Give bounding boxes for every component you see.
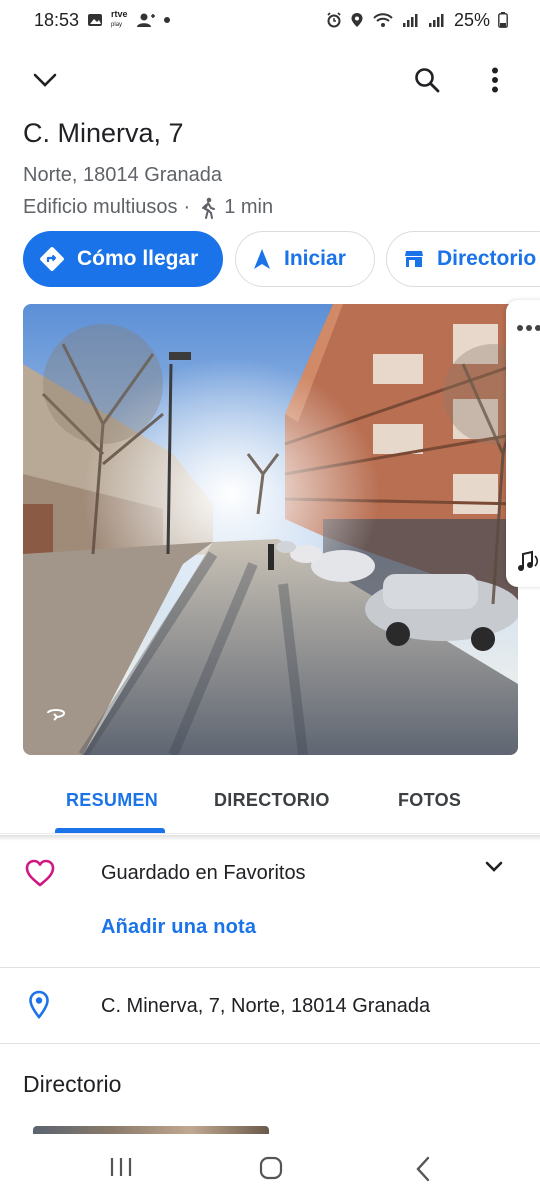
heart-icon [24, 858, 56, 893]
chevron-down-icon [33, 73, 57, 87]
meta-separator: · [183, 196, 191, 218]
battery-text: 25% [453, 9, 490, 30]
tab-shadow [0, 835, 540, 841]
status-time: 18:53 [34, 9, 80, 30]
status-bar-left: 18:53 rtve play [34, 10, 170, 31]
place-meta: Edificio multiusos · 1 min [23, 196, 273, 219]
recents-icon [110, 1158, 132, 1176]
back-icon [416, 1156, 430, 1182]
street-view-photo[interactable] [23, 304, 518, 755]
search-button[interactable] [403, 56, 451, 104]
system-nav-bar [0, 1134, 540, 1200]
back-button[interactable] [414, 1156, 432, 1187]
directory-heading: Directorio [23, 1071, 122, 1097]
signal-2-icon [428, 12, 446, 28]
tab-indicator [55, 828, 165, 833]
navigation-arrow-icon [254, 249, 270, 269]
panorama-icon [45, 708, 67, 727]
start-button[interactable]: Iniciar [235, 231, 375, 287]
store-icon [405, 251, 423, 267]
gallery-icon [87, 12, 103, 28]
walk-icon [200, 197, 216, 219]
play-label: play [111, 22, 123, 28]
more-vert-icon [492, 67, 498, 93]
directions-icon [40, 247, 64, 271]
alarm-icon [326, 12, 342, 28]
home-icon [259, 1156, 283, 1180]
address-row[interactable]: C. Minerva, 7, Norte, 18014 Granada [0, 968, 540, 1044]
notification-dot [163, 17, 170, 23]
side-panel-tab[interactable] [506, 300, 540, 587]
saved-section: Guardado en Favoritos Añadir una nota [0, 842, 540, 968]
wifi-icon [372, 12, 394, 28]
chevron-down-icon [485, 861, 503, 872]
directory-button[interactable]: Directorio [386, 231, 540, 287]
audio-icon [514, 548, 540, 579]
search-icon [415, 68, 440, 93]
signal-icon [402, 12, 420, 28]
saved-list-label[interactable]: Guardado en Favoritos [101, 862, 306, 885]
directions-button[interactable]: Cómo llegar [23, 231, 223, 287]
status-bar: 18:53 rtve play 25% [0, 0, 540, 40]
address-text: C. Minerva, 7, Norte, 18014 Granada [101, 995, 431, 1017]
place-title: C. Minerva, 7 [23, 118, 184, 148]
walk-time: 1 min [224, 196, 274, 218]
action-chips: Cómo llegar Iniciar Directorio [23, 231, 540, 288]
rtve-label: rtve [111, 9, 128, 19]
tab-directorio[interactable]: DIRECTORIO [214, 790, 330, 811]
home-button[interactable] [259, 1156, 283, 1185]
recents-button[interactable] [109, 1156, 133, 1183]
tab-bar: RESUMEN DIRECTORIO FOTOS [0, 774, 540, 834]
rtve-play-icon: rtve play [111, 10, 128, 30]
location-pin-icon [28, 990, 50, 1025]
place-category: Edificio multiusos [23, 196, 178, 218]
battery-icon [498, 12, 508, 28]
tab-fotos[interactable]: FOTOS [398, 790, 461, 811]
add-user-icon [136, 12, 156, 28]
more-options-button[interactable] [471, 56, 519, 104]
directory-thumbnail[interactable] [33, 1126, 269, 1134]
add-note-link[interactable]: Añadir una nota [101, 916, 256, 939]
place-locality: Norte, 18014 Granada [23, 164, 223, 186]
start-label: Iniciar [284, 247, 346, 270]
directions-label: Cómo llegar [77, 247, 199, 270]
location-icon [350, 12, 364, 28]
directory-label: Directorio [437, 247, 537, 270]
app-header [0, 56, 540, 104]
more-horiz-icon [516, 318, 540, 332]
tab-resumen[interactable]: RESUMEN [66, 790, 158, 811]
expand-saved-button[interactable] [484, 860, 504, 879]
collapse-button[interactable] [21, 56, 69, 104]
status-bar-right: 25% [326, 10, 508, 31]
